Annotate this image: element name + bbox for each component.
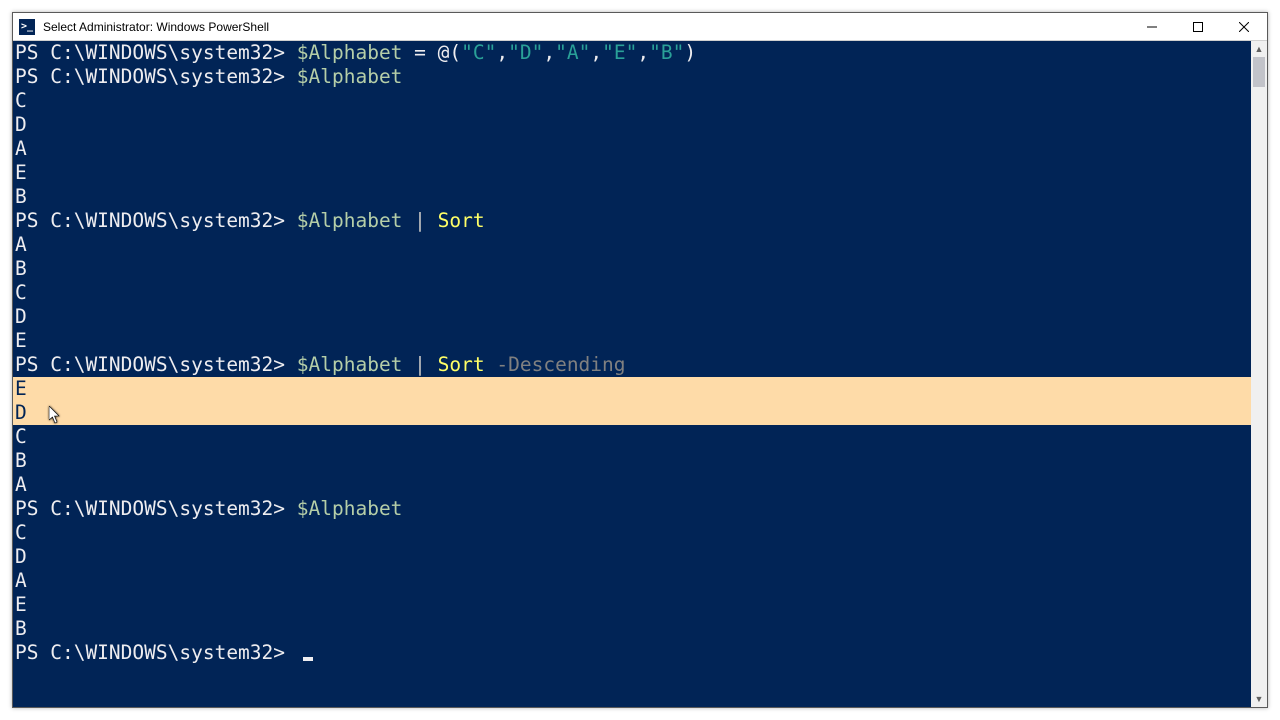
terminal-line: B [13,185,1251,209]
close-icon [1239,22,1249,32]
app-icon: >_ [19,19,35,35]
terminal-line: A [13,473,1251,497]
terminal-line: B [13,617,1251,641]
terminal-line: PS C:\WINDOWS\system32> $Alphabet | Sort [13,209,1251,233]
terminal-line: D [13,113,1251,137]
text-cursor [303,657,313,661]
terminal-line: PS C:\WINDOWS\system32> $Alphabet [13,497,1251,521]
maximize-icon [1193,22,1203,32]
maximize-button[interactable] [1175,13,1221,41]
client-area: PS C:\WINDOWS\system32> $Alphabet = @("C… [13,41,1267,707]
terminal-line: C [13,425,1251,449]
terminal-line: A [13,233,1251,257]
titlebar[interactable]: >_ Select Administrator: Windows PowerSh… [13,13,1267,41]
powershell-window: >_ Select Administrator: Windows PowerSh… [12,12,1268,708]
vertical-scrollbar[interactable]: ▲ ▼ [1251,41,1267,707]
terminal-line: E [13,161,1251,185]
terminal-line: D [13,401,1251,425]
window-title: Select Administrator: Windows PowerShell [43,20,269,34]
scroll-thumb[interactable] [1253,57,1265,87]
terminal-line: C [13,281,1251,305]
terminal-line: PS C:\WINDOWS\system32> $Alphabet | Sort… [13,353,1251,377]
terminal-line: C [13,521,1251,545]
terminal-line: PS C:\WINDOWS\system32> [13,641,1251,665]
scroll-up-arrow-icon[interactable]: ▲ [1251,41,1267,57]
minimize-icon [1147,22,1157,32]
terminal-line: A [13,137,1251,161]
terminal-line: A [13,569,1251,593]
minimize-button[interactable] [1129,13,1175,41]
close-button[interactable] [1221,13,1267,41]
terminal-line: PS C:\WINDOWS\system32> $Alphabet [13,65,1251,89]
scroll-down-arrow-icon[interactable]: ▼ [1251,691,1267,707]
terminal-line: B [13,257,1251,281]
terminal-line: E [13,329,1251,353]
terminal-line: C [13,89,1251,113]
terminal-line: PS C:\WINDOWS\system32> $Alphabet = @("C… [13,41,1251,65]
terminal-line: B [13,449,1251,473]
terminal-line: E [13,593,1251,617]
terminal-line: D [13,305,1251,329]
terminal-line: D [13,545,1251,569]
terminal-output[interactable]: PS C:\WINDOWS\system32> $Alphabet = @("C… [13,41,1251,707]
terminal-line: E [13,377,1251,401]
